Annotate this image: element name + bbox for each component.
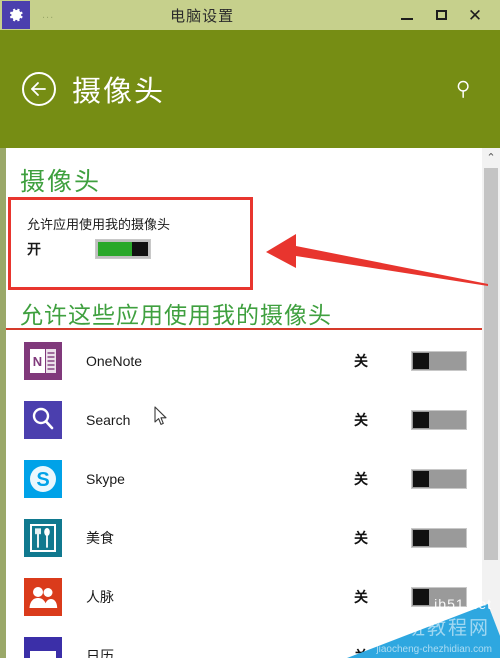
table-row[interactable]: 日历 关 [6,626,482,658]
window-title: 电脑设置 [170,7,235,25]
toggle-track [429,411,465,428]
camera-permission-toggle[interactable] [95,239,151,259]
svg-text:N: N [33,354,42,369]
minimize-icon [401,17,413,20]
app-permission-list: N OneNote 关 Search 关 S Skype 关 美食 关 人脉 关… [6,331,482,658]
app-name: Search [86,411,131,428]
title-bar: ... 电脑设置 ✕ [0,0,500,30]
toggle-thumb [413,647,429,658]
food-icon [24,518,62,557]
camera-permission-state: 开 [27,241,41,257]
table-row[interactable]: Search 关 [6,390,482,449]
toggle-thumb [413,411,429,428]
minimize-button[interactable] [390,0,424,30]
app-state: 关 [354,470,368,487]
toggle-thumb [413,588,429,605]
settings-content: 摄像头 允许应用使用我的摄像头 开 允许这些应用使用我的摄像头 N OneNot… [6,148,482,658]
close-button[interactable]: ✕ [458,0,492,30]
scroll-up-icon[interactable]: ⌃ [482,148,500,166]
app-state: 关 [354,647,368,658]
search-icon [457,80,469,98]
toggle-track [429,470,465,487]
table-row[interactable]: N OneNote 关 [6,331,482,390]
maximize-icon [435,10,447,20]
app-toggle-wrap [396,527,482,548]
app-toggle[interactable] [411,527,467,548]
section-divider [6,328,482,330]
app-toggle[interactable] [411,468,467,489]
camera-permission-label: 允许应用使用我的摄像头 [27,217,171,232]
app-name: OneNote [86,352,143,369]
search-app-icon [24,400,62,439]
app-state: 关 [354,352,368,369]
pc-settings-window: ... 电脑设置 ✕ 摄像头 摄像头 允许应用使用我的摄像头 开 允许这些应用使… [0,0,500,658]
app-toggle-wrap [396,586,482,607]
table-row[interactable]: 人脉 关 [6,567,482,626]
search-button[interactable] [452,76,478,102]
app-name: 美食 [86,529,114,546]
overflow-dots[interactable]: ... [42,10,54,21]
camera-section-title: 摄像头 [20,168,102,196]
app-toggle[interactable] [411,645,467,658]
close-icon: ✕ [467,5,483,25]
app-name: 日历 [86,647,114,658]
onenote-icon: N [24,341,62,380]
app-name: Skype [86,470,125,487]
camera-permission-highlight: 允许应用使用我的摄像头 开 [8,197,253,290]
toggle-track [98,242,132,256]
toggle-track [429,647,465,658]
app-toggle-wrap [396,645,482,658]
toggle-thumb [413,352,429,369]
page-title: 摄像头 [72,76,166,108]
camera-permission-row: 开 [11,239,250,259]
people-icon [24,577,62,616]
app-toggle-wrap [396,350,482,371]
svg-text:S: S [36,469,49,491]
toggle-track [429,529,465,546]
app-toggle[interactable] [411,586,467,607]
app-state: 关 [354,588,368,605]
app-state: 关 [354,411,368,428]
page-header: 摄像头 [0,30,500,148]
table-row[interactable]: 美食 关 [6,508,482,567]
toggle-thumb [413,529,429,546]
vertical-scrollbar[interactable]: ⌃ [482,148,500,658]
skype-icon: S [24,459,62,498]
app-toggle[interactable] [411,350,467,371]
window-controls: ✕ [390,0,492,30]
calendar-icon [24,636,62,658]
app-toggle-wrap [396,409,482,430]
toggle-thumb [132,242,148,256]
app-state: 关 [354,529,368,546]
app-toggle-wrap [396,468,482,489]
apps-section-heading: 允许这些应用使用我的摄像头 [20,302,332,328]
app-name: 人脉 [86,588,114,605]
toggle-track [429,352,465,369]
app-toggle[interactable] [411,409,467,430]
toggle-track [429,588,465,605]
back-button[interactable] [22,72,56,106]
scrollbar-thumb[interactable] [484,168,498,560]
gear-icon [2,1,30,29]
back-arrow-icon [31,82,46,96]
table-row[interactable]: S Skype 关 [6,449,482,508]
maximize-button[interactable] [424,0,458,30]
toggle-thumb [413,470,429,487]
